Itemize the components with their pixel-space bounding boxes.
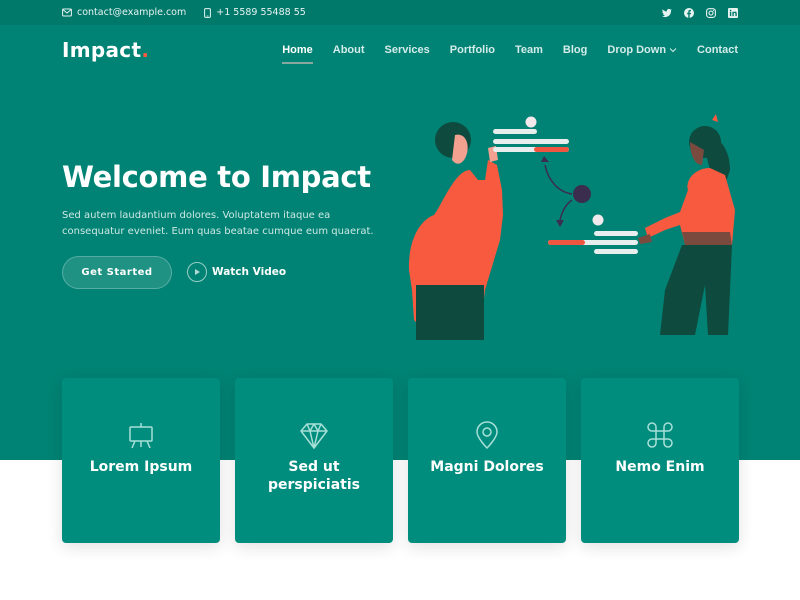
- nav-label: Portfolio: [449, 44, 495, 56]
- get-started-label: Get Started: [81, 267, 153, 278]
- man-figure: [408, 122, 503, 340]
- nav-label: About: [332, 44, 365, 56]
- linkedin-icon[interactable]: [728, 7, 738, 18]
- hero-title: Welcome to Impact: [62, 160, 371, 194]
- nav-label: Contact: [697, 44, 738, 56]
- watch-video-button[interactable]: Watch Video: [187, 261, 286, 283]
- gem-icon: [300, 423, 328, 449]
- connector-dot: [573, 185, 591, 203]
- feature-cards: Lorem Ipsum Sed ut perspiciatis Magni Do…: [62, 378, 739, 543]
- main-nav: Home About Services Portfolio Team Blog …: [262, 44, 738, 64]
- command-icon: [647, 422, 673, 448]
- nav-services[interactable]: Services: [385, 44, 430, 56]
- woman-figure: [638, 114, 735, 335]
- geo-alt-icon: [476, 421, 498, 450]
- exchange-arrows: [544, 164, 573, 221]
- logo-text: Impact: [62, 38, 142, 62]
- nav-label: Services: [384, 44, 430, 56]
- card-title: Lorem Ipsum: [89, 459, 193, 475]
- get-started-button[interactable]: Get Started: [62, 256, 172, 289]
- logo-dot: .: [141, 38, 150, 62]
- play-icon: [187, 262, 207, 282]
- page: contact@example.com +1 5589 55488 55 Imp…: [0, 0, 800, 600]
- envelope-icon: [62, 8, 72, 17]
- nav-drop-down[interactable]: Drop Down: [607, 44, 677, 56]
- nav-about[interactable]: About: [333, 44, 365, 56]
- topbar-contact: contact@example.com +1 5589 55488 55: [62, 0, 306, 25]
- twitter-icon[interactable]: [662, 8, 672, 18]
- card-title: Magni Dolores: [430, 459, 544, 475]
- card-title: Sed ut perspiciatis: [268, 459, 360, 493]
- social-links: [662, 0, 738, 25]
- nav-label: Blog: [562, 44, 588, 56]
- card-sed-ut-perspiciatis[interactable]: Sed ut perspiciatis: [235, 378, 393, 543]
- nav-team[interactable]: Team: [515, 44, 543, 56]
- phone-link[interactable]: +1 5589 55488 55: [204, 7, 306, 18]
- card-lorem-ipsum[interactable]: Lorem Ipsum: [62, 378, 220, 543]
- hero-illustration: [408, 114, 735, 340]
- phone-text: +1 5589 55488 55: [216, 7, 306, 18]
- card-nemo-enim[interactable]: Nemo Enim: [581, 378, 739, 543]
- chevron-down-icon: [669, 48, 677, 53]
- logo[interactable]: Impact.: [62, 38, 149, 62]
- email-link[interactable]: contact@example.com: [62, 7, 186, 18]
- facebook-icon[interactable]: [684, 7, 694, 18]
- top-panel: [493, 116, 569, 152]
- hero-subtitle: Sed autem laudantium dolores. Voluptatem…: [62, 210, 374, 237]
- easel-icon: [129, 423, 153, 449]
- topbar: contact@example.com +1 5589 55488 55: [0, 0, 800, 25]
- watch-video-label: Watch Video: [212, 266, 287, 278]
- instagram-icon[interactable]: [706, 7, 716, 18]
- email-text: contact@example.com: [77, 7, 187, 18]
- nav-label: Home: [282, 44, 313, 56]
- nav-label: Team: [515, 44, 543, 56]
- nav-label: Drop Down: [607, 44, 667, 56]
- phone-icon: [204, 7, 212, 18]
- card-magni-dolores[interactable]: Magni Dolores: [408, 378, 566, 543]
- nav-portfolio[interactable]: Portfolio: [450, 44, 495, 56]
- nav-contact[interactable]: Contact: [697, 44, 738, 56]
- nav-blog[interactable]: Blog: [563, 44, 587, 56]
- card-title: Nemo Enim: [615, 459, 705, 475]
- nav-home[interactable]: Home: [282, 44, 313, 64]
